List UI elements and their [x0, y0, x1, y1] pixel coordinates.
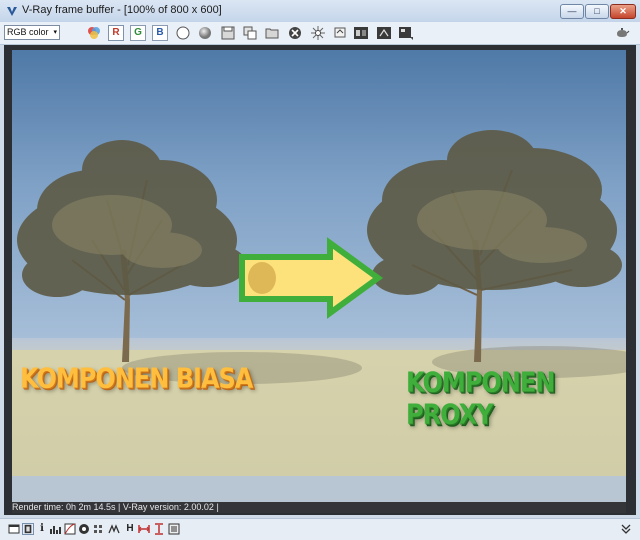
maximize-button[interactable]: □ [585, 4, 609, 19]
close-icon: ✕ [619, 6, 627, 16]
mono-sphere-icon[interactable] [197, 25, 213, 41]
lut-small-icon[interactable] [108, 523, 120, 535]
arrow-graphic [239, 237, 384, 319]
curve-icon[interactable] [64, 523, 76, 535]
minimize-icon: — [567, 6, 577, 16]
clear-icon[interactable] [287, 25, 303, 41]
histogram-button[interactable]: H [124, 523, 136, 535]
label-komponen-biasa: KOMPONEN BIASA [20, 362, 253, 395]
lut-icon[interactable] [376, 25, 392, 41]
track-mouse-icon[interactable] [310, 25, 326, 41]
exposure-icon[interactable] [78, 523, 90, 535]
window-title: V-Ray frame buffer - [100% of 800 x 600] [22, 4, 222, 16]
channel-b-button[interactable]: B [152, 25, 168, 41]
pixel-aspect-icon[interactable] [92, 523, 104, 535]
channel-r-button[interactable]: R [108, 25, 124, 41]
info-icon[interactable]: i [36, 523, 48, 535]
status-bar: Render time: 0h 2m 14.5s | V-Ray version… [12, 502, 626, 513]
teapot-render-icon[interactable] [614, 25, 630, 41]
color-swatches-icon[interactable] [86, 25, 102, 41]
channel-select[interactable]: RGB color ▾ [4, 25, 60, 40]
clone-icon[interactable] [242, 25, 258, 41]
vfb-toolbar: RGB color ▾ R G B [0, 22, 640, 45]
maximize-icon: □ [594, 6, 600, 16]
minimize-button[interactable]: — [560, 4, 584, 19]
compare-ab-icon[interactable] [353, 25, 369, 41]
title-bar: V-Ray frame buffer - [100% of 800 x 600]… [0, 0, 640, 23]
channel-g-button[interactable]: G [130, 25, 146, 41]
show-corrections-icon[interactable] [8, 523, 20, 535]
film-icon[interactable] [22, 523, 34, 535]
scene-drawing [17, 130, 626, 384]
channel-select-value: RGB color [7, 27, 49, 37]
region-render-icon[interactable] [332, 25, 348, 41]
alpha-circle-icon[interactable] [175, 25, 191, 41]
label-komponen-proxy: KOMPONEN PROXY [406, 366, 555, 431]
right-tree [367, 130, 622, 362]
history-icon[interactable] [168, 523, 180, 535]
open-icon[interactable] [264, 25, 280, 41]
render-image[interactable]: KOMPONEN BIASA KOMPONEN PROXY [12, 50, 626, 502]
levels-icon[interactable] [50, 523, 62, 535]
chevron-down-icon: ▾ [53, 29, 57, 36]
expand-panel-icon[interactable] [620, 523, 632, 535]
display-settings-icon[interactable] [398, 25, 414, 41]
compare-vertical-icon[interactable] [153, 523, 165, 535]
close-button[interactable]: ✕ [610, 4, 636, 19]
save-icon[interactable] [220, 25, 236, 41]
vray-logo-icon [7, 7, 17, 16]
compare-horizontal-icon[interactable] [138, 523, 150, 535]
bottom-toolbar: i H [0, 518, 640, 540]
left-tree [17, 140, 247, 362]
